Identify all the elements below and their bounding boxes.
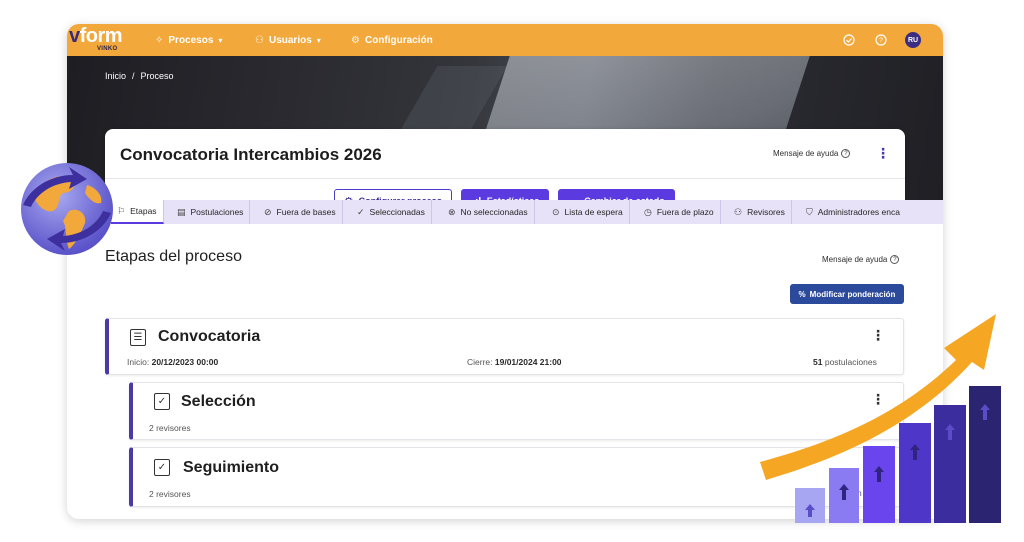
stage-end: Cierre: 19/01/2024 21:00 [467,357,562,367]
check-circle-icon [843,34,855,46]
process-more-menu[interactable]: ⋮ [876,146,890,160]
tab-no-seleccionadas[interactable]: ⊗ No seleccionadas [442,200,535,224]
tab-administradores[interactable]: ⛉ Administradores enca [800,200,906,224]
tab-seleccionadas-label: Seleccionadas [369,207,425,217]
stage-name: Seguimiento [183,459,280,476]
timer-off-icon: ◷ [644,206,652,217]
shield-icon: ⛉ [806,206,813,217]
nav-usuarios-label: Usuarios [268,34,312,46]
tab-postulaciones-label: Postulaciones [190,207,244,217]
stage-name: Selección [181,393,256,410]
process-title: Convocatoria Intercambios 2026 [120,145,382,164]
process-tabs: ⚐ Etapas ▤ Postulaciones ⊘ Fuera de base… [67,200,943,224]
section-help-label: Mensaje de ayuda [822,255,888,264]
flag-icon: ⚐ [117,205,126,216]
svg-text:?: ? [879,38,883,45]
tab-etapas[interactable]: ⚐ Etapas [111,200,164,224]
tab-lista-de-espera[interactable]: ⊙ Lista de espera [546,200,630,224]
stage-reviewers: 2 revisores [149,489,191,499]
tab-fuera-de-bases[interactable]: ⊘ Fuera de bases [258,200,343,224]
logo-text: form [79,25,123,47]
x-circle-icon: ⊗ [448,206,456,217]
tab-administradores-label: Administradores enca [817,207,900,217]
tab-postulaciones[interactable]: ▤ Postulaciones [171,200,251,224]
screenshot-canvas: vform VINKO ✧ Procesos ▾ ⚇ Usuarios ▾ ⚙ … [0,0,1024,542]
check-circle-button[interactable] [841,32,857,48]
divider [105,178,905,179]
reviewers-icon: ⚇ [734,206,743,217]
breadcrumb-separator: / [132,71,135,81]
nav-usuarios[interactable]: ⚇ Usuarios ▾ [255,32,321,48]
gear-icon: ⚙ [351,34,360,46]
top-navbar: vform VINKO ✧ Procesos ▾ ⚇ Usuarios ▾ ⚙ … [67,24,943,56]
tab-lista-de-espera-label: Lista de espera [564,207,623,217]
breadcrumb-home[interactable]: Inicio [105,71,126,81]
hero-banner: Inicio / Proceso Convocatoria Intercambi… [67,56,943,224]
growth-chart-decoration [760,314,1001,523]
clock-dots-icon: ⊙ [552,206,560,217]
logo-v: v [69,25,80,47]
tab-no-seleccionadas-label: No seleccionadas [460,207,528,217]
stage-start: Inicio: 20/12/2023 00:00 [127,357,218,367]
breadcrumb-current: Proceso [140,71,174,81]
nav-procesos[interactable]: ✧ Procesos ▾ [155,32,222,48]
help-circle-icon: ? [841,149,851,158]
stage-end-label: Cierre: [467,357,493,367]
ban-icon: ⊘ [264,206,272,217]
tab-fuera-de-bases-label: Fuera de bases [276,207,336,217]
clipboard-icon: ▤ [177,206,186,217]
globe-icon [21,163,113,255]
help-circle-icon: ? [890,255,900,264]
clipboard-check-icon: ✓ [154,459,170,476]
chevron-down-icon: ▾ [218,35,223,45]
check-circle-icon: ✓ [357,206,365,217]
stage-end-value: 19/01/2024 21:00 [494,357,562,367]
user-avatar[interactable]: RU [905,32,921,48]
process-help-link[interactable]: Mensaje de ayuda ? [773,149,851,158]
percent-icon: % [798,289,806,299]
stage-reviewers: 2 revisores [149,423,191,433]
clipboard-check-icon: ✓ [154,393,170,410]
section-help-link[interactable]: Mensaje de ayuda ? [822,255,900,264]
section-title: Etapas del proceso [105,248,242,265]
stage-name: Convocatoria [158,328,261,345]
nav-procesos-label: Procesos [168,34,214,46]
nav-configuracion[interactable]: ⚙ Configuración [351,32,433,48]
stage-start-label: Inicio: [127,357,150,367]
tab-fuera-de-plazo[interactable]: ◷ Fuera de plazo [638,200,721,224]
help-circle-icon: ? [875,34,887,46]
logo-subtitle: VINKO [97,46,118,52]
vform-logo[interactable]: vform VINKO [69,26,129,54]
modify-weighting-button[interactable]: % Modificar ponderación [790,284,904,304]
process-help-label: Mensaje de ayuda [773,149,839,158]
chevron-down-icon: ▾ [316,35,321,45]
tab-fuera-de-plazo-label: Fuera de plazo [656,207,714,217]
users-icon: ⚇ [255,34,264,46]
tab-revisores[interactable]: ⚇ Revisores [728,200,792,224]
breadcrumb: Inicio / Proceso [105,71,174,81]
process-icon: ✧ [155,34,164,46]
tab-revisores-label: Revisores [747,207,785,217]
help-button[interactable]: ? [873,32,889,48]
tab-seleccionadas[interactable]: ✓ Seleccionadas [351,200,432,224]
modify-weighting-label: Modificar ponderación [809,289,896,299]
nav-configuracion-label: Configuración [364,34,433,46]
logo-wordmark: vform [69,26,129,46]
stage-start-value: 20/12/2023 00:00 [151,357,219,367]
tab-etapas-label: Etapas [130,206,157,216]
list-icon: ☰ [130,329,146,346]
